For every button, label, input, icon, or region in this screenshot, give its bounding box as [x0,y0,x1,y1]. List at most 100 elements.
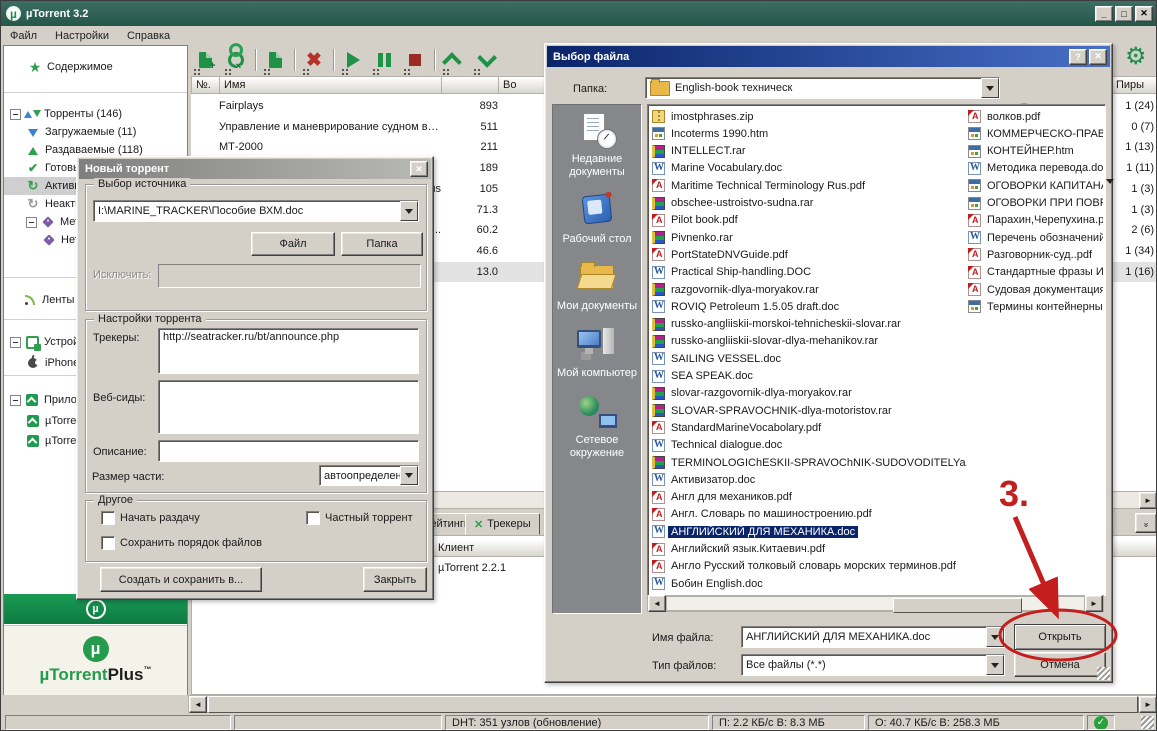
move-down-button[interactable] [473,48,497,72]
description-input[interactable] [158,440,419,462]
file-item[interactable]: АНГЛИЙСКИЙ ДЛЯ МЕХАНИКА.doc [652,523,967,540]
file-item[interactable]: Стандартные фразы ИМ [968,264,1103,281]
file-item[interactable]: Marine Vocabulary.doc [652,160,967,177]
file-item[interactable]: Методика перевода.doc [968,160,1103,177]
webseeds-textarea[interactable] [158,380,419,434]
file-item[interactable]: russko-angliiskii-morskoi-tehnicheskii-s… [652,316,967,333]
file-item[interactable]: ОГОВОРКИ ПРИ ПОВРЕЖ [968,195,1103,212]
file-item[interactable]: PortStateDNVGuide.pdf [652,246,967,263]
file-item[interactable]: КОММЕРЧЕСКО-ПРАВОВ [968,125,1103,142]
scroll-left-icon[interactable]: ◄ [648,595,666,612]
checkbox-icon[interactable] [101,536,115,550]
minimize-button[interactable]: _ [1095,6,1113,22]
close-dialog-button[interactable]: Закрыть [363,567,427,592]
tree-expander-icon[interactable] [10,109,21,120]
menu-item-Справка[interactable]: Справка [118,28,179,44]
scroll-left-icon[interactable]: ◄ [189,696,207,713]
file-item[interactable]: Судовая документация [968,281,1103,298]
private-torrent-checkbox[interactable]: Частный торрент [306,511,413,525]
chevron-down-icon[interactable] [400,201,418,221]
sidebar-item-загружаемые11[interactable]: Загружаемые (11) [4,123,187,141]
menu-item-Файл[interactable]: Файл [1,28,46,44]
folder-button[interactable]: Папка [341,232,423,256]
checkbox-icon[interactable] [306,511,320,525]
file-item[interactable]: ROVIQ Petroleum 1.5.05 draft.doc [652,298,967,315]
tree-expander-icon[interactable] [26,217,37,228]
file-item[interactable]: SEA SPEAK.doc [652,368,967,385]
tab-overflow-chevron-icon[interactable]: ⌄⌄ [1135,513,1157,533]
sidebar-item-content[interactable]: ★ Содержимое [4,58,187,76]
chevron-down-icon[interactable] [400,466,418,485]
bottom-hscrollbar[interactable]: ◄ ► [188,695,1157,713]
piece-size-combo[interactable]: автоопределение [319,465,419,486]
close-icon[interactable]: ✕ [410,161,428,177]
filetype-combo[interactable]: Все файлы (*.*) [741,654,1005,676]
sidebar-item-торренты146[interactable]: Торренты (146) [4,105,187,123]
file-item[interactable]: Англ для механиков.pdf [652,489,967,506]
place-my-computer[interactable]: Мой компьютер [554,327,640,380]
file-item[interactable]: КОНТЕЙНЕР.htm [968,143,1103,160]
chevron-down-icon[interactable] [986,655,1004,675]
cancel-button[interactable]: Отмена [1014,652,1106,677]
file-item[interactable]: Technical dialogue.doc [652,437,967,454]
file-item[interactable]: Бобин English.doc [652,575,967,592]
file-item[interactable]: Активизатор.doc [652,471,967,488]
add-link-button[interactable] [224,48,248,72]
maximize-button[interactable]: □ [1115,6,1133,22]
place-recent-documents[interactable]: Недавние документы [554,113,640,179]
file-list-hscrollbar[interactable]: ◄ ► [647,595,1104,612]
close-icon[interactable]: ✕ [1089,49,1107,65]
file-item[interactable]: SLOVAR-SPRAVOCHNIK-dlya-motoristov.rar [652,402,967,419]
source-path-combo[interactable]: I:\MARINE_TRACKER\Пособие ВХМ.doc [93,200,419,222]
file-item[interactable]: Practical Ship-handling.DOC [652,264,967,281]
file-item[interactable]: imostphrases.zip [652,108,967,125]
folder-combo[interactable]: English-book техническ [645,77,1000,99]
settings-gear-icon[interactable]: ⚙ [1125,45,1147,69]
file-item[interactable]: Англ. Словарь по машиностроению.pdf [652,506,967,523]
file-item[interactable]: Англо Русский толковый словарь морских т… [652,558,967,575]
file-item[interactable]: StandardMarineVocabolary.pdf [652,419,967,436]
close-button[interactable]: ✕ [1135,6,1153,22]
file-item[interactable]: Maritime Technical Terminology Rus.pdf [652,177,967,194]
file-item[interactable]: slovar-razgovornik-dlya-moryakov.rar [652,385,967,402]
file-item[interactable]: ОГОВОРКИ КАПИТАНА [968,177,1103,194]
file-item[interactable]: Английский язык.Китаевич.pdf [652,541,967,558]
file-item[interactable]: Разговорник-суд..pdf [968,246,1103,263]
file-item[interactable]: Pilot book.pdf [652,212,967,229]
file-button[interactable]: Файл [251,232,335,256]
stop-button[interactable] [403,48,427,72]
chevron-down-icon[interactable] [981,78,999,98]
file-item[interactable]: INTELLECT.rar [652,143,967,160]
file-item[interactable]: Incoterms 1990.htm [652,125,967,142]
tree-expander-icon[interactable] [10,395,21,406]
tab-trackers[interactable]: ✕Трекеры [465,513,540,535]
open-button[interactable]: Открыть [1014,624,1106,650]
scroll-right-icon[interactable]: ► [1139,492,1157,509]
create-torrent-button[interactable] [263,48,287,72]
file-item[interactable]: Парахин,Черепухина.pdf [968,212,1103,229]
resize-grip[interactable] [1141,716,1154,729]
scroll-right-icon[interactable]: ► [1085,595,1103,612]
utorrent-plus-ad[interactable]: µ µTorrentPlus™ [4,625,187,695]
add-torrent-button[interactable] [193,48,217,72]
filename-combo[interactable]: АНГЛИЙСКИЙ ДЛЯ МЕХАНИКА.doc [741,626,1005,648]
create-save-button[interactable]: Создать и сохранить в... [100,567,262,592]
move-up-button[interactable] [442,48,466,72]
file-item[interactable]: russko-angliiskii-slovar-dlya-mehanikov.… [652,333,967,350]
place-network[interactable]: Сетевое окружение [554,394,640,460]
chevron-down-icon[interactable] [986,627,1004,647]
column-size[interactable] [442,77,499,93]
file-item[interactable]: Перечень обозначений [968,229,1103,246]
file-item[interactable]: obschee-ustroistvo-sudna.rar [652,195,967,212]
file-item[interactable]: razgovornik-dlya-moryakov.rar [652,281,967,298]
scroll-right-icon[interactable]: ► [1139,696,1157,713]
preserve-order-checkbox[interactable]: Сохранить порядок файлов [101,536,262,550]
file-item[interactable]: SAILING VESSEL.doc [652,350,967,367]
place-my-documents[interactable]: Мои документы [554,260,640,313]
menu-item-Настройки[interactable]: Настройки [46,28,118,44]
file-item[interactable]: волков.pdf [968,108,1103,125]
remove-torrent-button[interactable]: ✖ [302,48,326,72]
place-desktop[interactable]: Рабочий стол [554,193,640,246]
file-item[interactable]: TERMINOLOGIChESKII-SPRAVOChNIK-SUDOVODIT… [652,454,967,471]
file-item[interactable]: Pivnenko.rar [652,229,967,246]
